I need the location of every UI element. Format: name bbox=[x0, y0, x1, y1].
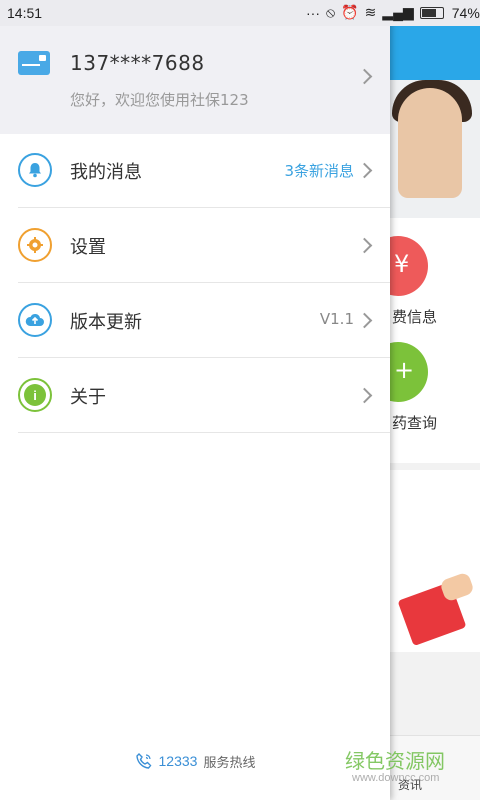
bg-header bbox=[390, 26, 480, 80]
phone-icon bbox=[135, 753, 151, 769]
more-icon: ··· bbox=[306, 4, 320, 21]
gear-icon bbox=[18, 228, 52, 262]
bg-label-payment: 费信息 bbox=[392, 308, 438, 326]
hotline-label: 服务热线 bbox=[203, 755, 256, 771]
divider bbox=[18, 207, 390, 208]
profile-welcome: 您好，欢迎您使用社保123 bbox=[70, 91, 249, 109]
hotline-number: 12333 bbox=[158, 753, 198, 769]
watermark-url: www.downcc.com bbox=[352, 772, 440, 784]
bg-label-medicine: 药查询 bbox=[392, 414, 438, 432]
menu-value-messages: 3条新消息 bbox=[284, 162, 354, 180]
status-bar: 14:51 ··· ⦸ ⏰ ≋ ▂▄▆ 74% bbox=[0, 0, 480, 26]
divider bbox=[18, 357, 390, 358]
divider bbox=[18, 282, 390, 283]
menu-item-about[interactable]: i 关于 bbox=[0, 359, 390, 433]
chevron-right-icon bbox=[356, 162, 373, 179]
profile-phone: 137****7688 bbox=[70, 51, 205, 75]
navigation-drawer: 137****7688 您好，欢迎您使用社保123 我的消息 3条新消息 设置 … bbox=[0, 0, 390, 800]
menu-label-settings: 设置 bbox=[70, 237, 106, 258]
card-icon bbox=[18, 51, 50, 75]
signal-icon: ▂▄▆ bbox=[382, 4, 414, 20]
hotline[interactable]: 12333 服务热线 bbox=[0, 748, 390, 774]
wifi-icon: ≋ bbox=[364, 4, 377, 20]
menu-label-messages: 我的消息 bbox=[70, 162, 142, 183]
menu-item-settings[interactable]: 设置 bbox=[0, 209, 390, 283]
menu-label-about: 关于 bbox=[70, 387, 106, 408]
battery-icon bbox=[419, 6, 444, 19]
watermark: 绿色资源网 bbox=[345, 749, 445, 773]
chevron-right-icon bbox=[356, 237, 373, 254]
mute-icon: ⦸ bbox=[326, 4, 336, 20]
cloud-upload-icon bbox=[18, 303, 52, 337]
info-icon: i bbox=[18, 378, 52, 412]
divider bbox=[18, 432, 390, 433]
chevron-right-icon bbox=[356, 387, 373, 404]
menu-label-update: 版本更新 bbox=[70, 312, 142, 333]
chevron-right-icon bbox=[356, 68, 373, 85]
background-app: ¥ 费信息 + 药查询 资讯 bbox=[390, 0, 480, 800]
menu-item-update[interactable]: 版本更新 V1.1 bbox=[0, 284, 390, 358]
chevron-right-icon bbox=[356, 312, 373, 329]
menu-item-messages[interactable]: 我的消息 3条新消息 bbox=[0, 134, 390, 208]
bg-banner-person-face bbox=[398, 88, 462, 198]
status-time: 14:51 bbox=[7, 5, 43, 21]
menu-value-version: V1.1 bbox=[319, 310, 354, 328]
bell-icon bbox=[18, 153, 52, 187]
battery-percent: 74% bbox=[451, 4, 480, 21]
status-icons: ··· ⦸ ⏰ ≋ ▂▄▆ 74% bbox=[306, 4, 480, 21]
alarm-icon: ⏰ bbox=[341, 4, 359, 20]
profile-header[interactable]: 137****7688 您好，欢迎您使用社保123 bbox=[0, 26, 390, 134]
